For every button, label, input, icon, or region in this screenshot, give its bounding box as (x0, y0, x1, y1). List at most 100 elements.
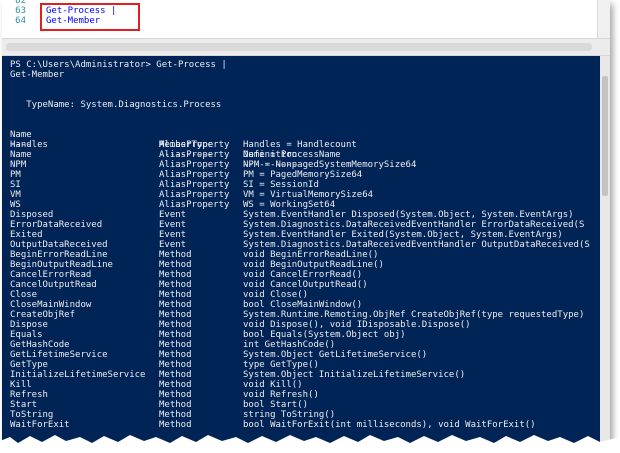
member-row: OutputDataReceived Event System.Diagnostic… (10, 240, 610, 250)
member-definition: System.EventHandler Exited(System.Object… (243, 230, 563, 240)
member-row: Kill Method void Kill() (10, 380, 610, 390)
member-row: ToString Method string ToString() (10, 410, 610, 420)
member-row: CloseMainWindow Method bool CloseMainWindo… (10, 300, 610, 310)
member-name: Kill (10, 380, 32, 390)
member-row: CancelOutputRead Method void CancelOutputR… (10, 280, 610, 290)
member-name: VM (10, 190, 21, 200)
member-type: Event (159, 220, 187, 230)
member-type: Method (159, 300, 192, 310)
member-name: CloseMainWindow (10, 300, 92, 310)
member-type: Method (159, 320, 192, 330)
member-name: WaitForExit (10, 420, 70, 430)
console-scrollbar[interactable] (600, 56, 610, 444)
member-definition: bool Start() (243, 400, 309, 410)
member-type: Event (159, 240, 187, 250)
member-definition: bool Equals(System.Object obj) (243, 330, 406, 340)
member-name: ErrorDataReceived (10, 220, 103, 230)
script-editor[interactable]: 62 63 64 Get-Process | Get-Member (2, 0, 610, 38)
member-type: AliasProperty (159, 150, 230, 160)
member-type: Method (159, 400, 192, 410)
member-type: Method (159, 360, 192, 370)
member-name: Equals (10, 330, 43, 340)
member-type: AliasProperty (159, 190, 230, 200)
member-definition: VM = VirtualMemorySize64 (243, 190, 374, 200)
member-name: Dispose (10, 320, 48, 330)
console-prompt-continuation: Get-Member (10, 70, 65, 80)
member-name: Name (10, 150, 32, 160)
member-row: WaitForExit Method bool WaitForExit(int mi… (10, 420, 610, 430)
member-type: AliasProperty (159, 200, 230, 210)
member-type: Method (159, 250, 192, 260)
member-definition: System.Diagnostics.DataReceivedEventHand… (243, 240, 590, 250)
member-type: AliasProperty (159, 140, 230, 150)
member-type: Method (159, 350, 192, 360)
member-type: Method (159, 370, 192, 380)
member-row: GetLifetimeService Method System.Object Ge… (10, 350, 610, 360)
editor-scrollbar[interactable] (597, 0, 610, 38)
member-name: CancelOutputRead (10, 280, 97, 290)
member-name: GetType (10, 360, 48, 370)
member-name: Start (10, 400, 38, 410)
member-row: Name AliasProperty Name = ProcessName (10, 150, 610, 160)
pane-splitter[interactable] (2, 38, 610, 56)
member-name: Refresh (10, 390, 48, 400)
member-type: Method (159, 310, 192, 320)
member-row: CreateObjRef Method System.Runtime.Remotin… (10, 310, 610, 320)
table-header: Name MemberType Definition (10, 120, 610, 160)
scrollbar-thumb[interactable] (602, 76, 608, 196)
member-type: AliasProperty (159, 180, 230, 190)
member-definition: WS = WorkingSet64 (243, 200, 336, 210)
member-name: ToString (10, 410, 54, 420)
member-definition: System.EventHandler Disposed(System.Obje… (243, 210, 574, 220)
member-name: Exited (10, 230, 43, 240)
member-name: BeginErrorReadLine (10, 250, 108, 260)
member-definition: NPM = NonpagedSystemMemorySize64 (243, 160, 417, 170)
member-definition: string ToString() (243, 410, 336, 420)
member-row: Disposed Event System.EventHandler Dispose… (10, 210, 610, 220)
member-name: OutputDataReceived (10, 240, 108, 250)
member-type: Method (159, 390, 192, 400)
member-definition: void Close() (243, 290, 309, 300)
member-name: BeginOutputReadLine (10, 260, 113, 270)
member-row: Exited Event System.EventHandler Exited(Sy… (10, 230, 610, 240)
member-row: CancelErrorRead Method void CancelErrorRea… (10, 270, 610, 280)
member-type: Method (159, 420, 192, 430)
member-row: Equals Method bool Equals(System.Object ob… (10, 330, 610, 340)
member-definition: PM = PagedMemorySize64 (243, 170, 363, 180)
member-definition: Handles = Handlecount (243, 140, 357, 150)
member-row: ErrorDataReceived Event System.Diagnostics… (10, 220, 610, 230)
horizontal-scrollbar[interactable] (6, 43, 592, 51)
line-number: 64 (15, 16, 26, 26)
member-name: InitializeLifetimeService (10, 370, 146, 380)
member-type: Method (159, 410, 192, 420)
member-row: WS AliasProperty WS = WorkingSet64 (10, 200, 610, 210)
console-prompt: PS C:\Users\Administrator> Get-Process | (10, 60, 227, 70)
member-row: Refresh Method void Refresh() (10, 390, 610, 400)
member-name: CancelErrorRead (10, 270, 92, 280)
member-definition: System.Object GetLifetimeService() (243, 350, 428, 360)
member-definition: Name = ProcessName (243, 150, 341, 160)
member-definition: System.Runtime.Remoting.ObjRef CreateObj… (243, 310, 585, 320)
member-name: Close (10, 290, 38, 300)
highlight-box (40, 3, 140, 31)
member-row: InitializeLifetimeService Method System.Ob… (10, 370, 610, 380)
member-row: Start Method bool Start() (10, 400, 610, 410)
member-type: Event (159, 210, 187, 220)
member-definition: int GetHashCode() (243, 340, 336, 350)
member-name: NPM (10, 160, 27, 170)
member-row: VM AliasProperty VM = VirtualMemorySize64 (10, 190, 610, 200)
member-name: SI (10, 180, 21, 190)
torn-edge (0, 435, 620, 453)
member-definition: SI = SessionId (243, 180, 319, 190)
typename-line: TypeName: System.Diagnostics.Process (10, 100, 222, 110)
member-definition: void BeginErrorReadLine() (243, 250, 379, 260)
member-definition: void CancelOutputRead() (243, 280, 368, 290)
table-separator: ---- ---------- ---------- (10, 130, 610, 170)
member-row: NPM AliasProperty NPM = NonpagedSystemMemo… (10, 160, 610, 170)
powershell-ise-screenshot: 62 63 64 Get-Process | Get-Member PS C:\… (2, 0, 610, 444)
member-definition: void Dispose(), void IDisposable.Dispose… (243, 320, 471, 330)
member-row: Dispose Method void Dispose(), void IDispo… (10, 320, 610, 330)
console-pane[interactable]: PS C:\Users\Administrator> Get-Process |… (2, 56, 610, 444)
member-type: Event (159, 230, 187, 240)
member-name: Handles (10, 140, 48, 150)
